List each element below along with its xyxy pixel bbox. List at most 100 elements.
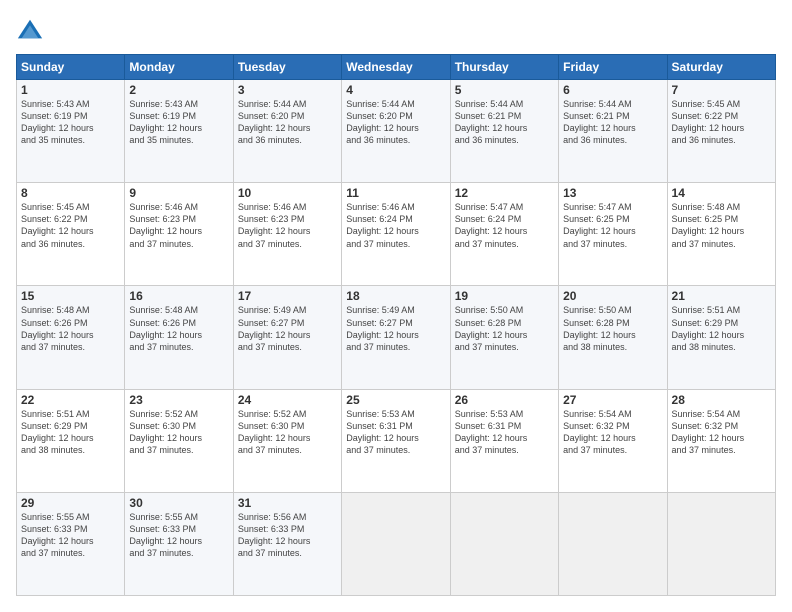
day-number: 20 bbox=[563, 289, 662, 303]
day-number: 24 bbox=[238, 393, 337, 407]
day-number: 15 bbox=[21, 289, 120, 303]
day-number: 1 bbox=[21, 83, 120, 97]
day-info: Sunrise: 5:48 AM Sunset: 6:26 PM Dayligh… bbox=[21, 304, 120, 353]
day-info: Sunrise: 5:44 AM Sunset: 6:20 PM Dayligh… bbox=[238, 98, 337, 147]
calendar-day-cell: 27Sunrise: 5:54 AM Sunset: 6:32 PM Dayli… bbox=[559, 389, 667, 492]
day-number: 22 bbox=[21, 393, 120, 407]
calendar-day-cell: 31Sunrise: 5:56 AM Sunset: 6:33 PM Dayli… bbox=[233, 492, 341, 595]
calendar-day-cell: 23Sunrise: 5:52 AM Sunset: 6:30 PM Dayli… bbox=[125, 389, 233, 492]
logo-icon bbox=[16, 16, 44, 44]
calendar-day-cell: 26Sunrise: 5:53 AM Sunset: 6:31 PM Dayli… bbox=[450, 389, 558, 492]
day-info: Sunrise: 5:55 AM Sunset: 6:33 PM Dayligh… bbox=[129, 511, 228, 560]
day-number: 21 bbox=[672, 289, 771, 303]
calendar-day-header: Thursday bbox=[450, 55, 558, 80]
day-number: 13 bbox=[563, 186, 662, 200]
calendar-day-cell: 9Sunrise: 5:46 AM Sunset: 6:23 PM Daylig… bbox=[125, 183, 233, 286]
day-number: 7 bbox=[672, 83, 771, 97]
calendar-day-cell: 7Sunrise: 5:45 AM Sunset: 6:22 PM Daylig… bbox=[667, 80, 775, 183]
day-number: 14 bbox=[672, 186, 771, 200]
day-info: Sunrise: 5:49 AM Sunset: 6:27 PM Dayligh… bbox=[238, 304, 337, 353]
calendar-day-cell: 19Sunrise: 5:50 AM Sunset: 6:28 PM Dayli… bbox=[450, 286, 558, 389]
day-info: Sunrise: 5:45 AM Sunset: 6:22 PM Dayligh… bbox=[672, 98, 771, 147]
calendar-day-cell bbox=[667, 492, 775, 595]
calendar-day-header: Wednesday bbox=[342, 55, 450, 80]
day-info: Sunrise: 5:53 AM Sunset: 6:31 PM Dayligh… bbox=[455, 408, 554, 457]
day-info: Sunrise: 5:44 AM Sunset: 6:20 PM Dayligh… bbox=[346, 98, 445, 147]
day-number: 23 bbox=[129, 393, 228, 407]
day-number: 5 bbox=[455, 83, 554, 97]
day-info: Sunrise: 5:47 AM Sunset: 6:25 PM Dayligh… bbox=[563, 201, 662, 250]
day-info: Sunrise: 5:48 AM Sunset: 6:26 PM Dayligh… bbox=[129, 304, 228, 353]
calendar-day-header: Friday bbox=[559, 55, 667, 80]
day-info: Sunrise: 5:43 AM Sunset: 6:19 PM Dayligh… bbox=[21, 98, 120, 147]
calendar-day-header: Sunday bbox=[17, 55, 125, 80]
calendar-day-cell: 22Sunrise: 5:51 AM Sunset: 6:29 PM Dayli… bbox=[17, 389, 125, 492]
day-info: Sunrise: 5:46 AM Sunset: 6:24 PM Dayligh… bbox=[346, 201, 445, 250]
calendar-header-row: SundayMondayTuesdayWednesdayThursdayFrid… bbox=[17, 55, 776, 80]
page: SundayMondayTuesdayWednesdayThursdayFrid… bbox=[0, 0, 792, 612]
calendar-week-row: 29Sunrise: 5:55 AM Sunset: 6:33 PM Dayli… bbox=[17, 492, 776, 595]
header bbox=[16, 16, 776, 44]
calendar-day-cell: 6Sunrise: 5:44 AM Sunset: 6:21 PM Daylig… bbox=[559, 80, 667, 183]
calendar-day-cell: 17Sunrise: 5:49 AM Sunset: 6:27 PM Dayli… bbox=[233, 286, 341, 389]
calendar-day-cell: 18Sunrise: 5:49 AM Sunset: 6:27 PM Dayli… bbox=[342, 286, 450, 389]
calendar-day-cell: 16Sunrise: 5:48 AM Sunset: 6:26 PM Dayli… bbox=[125, 286, 233, 389]
day-number: 29 bbox=[21, 496, 120, 510]
calendar-day-header: Tuesday bbox=[233, 55, 341, 80]
day-info: Sunrise: 5:55 AM Sunset: 6:33 PM Dayligh… bbox=[21, 511, 120, 560]
logo bbox=[16, 16, 48, 44]
day-number: 17 bbox=[238, 289, 337, 303]
day-info: Sunrise: 5:46 AM Sunset: 6:23 PM Dayligh… bbox=[129, 201, 228, 250]
day-number: 3 bbox=[238, 83, 337, 97]
day-number: 8 bbox=[21, 186, 120, 200]
calendar-day-header: Monday bbox=[125, 55, 233, 80]
day-number: 12 bbox=[455, 186, 554, 200]
calendar-day-cell: 13Sunrise: 5:47 AM Sunset: 6:25 PM Dayli… bbox=[559, 183, 667, 286]
day-info: Sunrise: 5:52 AM Sunset: 6:30 PM Dayligh… bbox=[129, 408, 228, 457]
calendar-week-row: 1Sunrise: 5:43 AM Sunset: 6:19 PM Daylig… bbox=[17, 80, 776, 183]
day-number: 25 bbox=[346, 393, 445, 407]
calendar-week-row: 8Sunrise: 5:45 AM Sunset: 6:22 PM Daylig… bbox=[17, 183, 776, 286]
day-info: Sunrise: 5:45 AM Sunset: 6:22 PM Dayligh… bbox=[21, 201, 120, 250]
day-number: 10 bbox=[238, 186, 337, 200]
day-number: 9 bbox=[129, 186, 228, 200]
calendar-day-cell: 12Sunrise: 5:47 AM Sunset: 6:24 PM Dayli… bbox=[450, 183, 558, 286]
day-info: Sunrise: 5:48 AM Sunset: 6:25 PM Dayligh… bbox=[672, 201, 771, 250]
day-info: Sunrise: 5:47 AM Sunset: 6:24 PM Dayligh… bbox=[455, 201, 554, 250]
day-info: Sunrise: 5:50 AM Sunset: 6:28 PM Dayligh… bbox=[455, 304, 554, 353]
day-number: 6 bbox=[563, 83, 662, 97]
calendar-day-cell: 24Sunrise: 5:52 AM Sunset: 6:30 PM Dayli… bbox=[233, 389, 341, 492]
day-number: 27 bbox=[563, 393, 662, 407]
day-number: 30 bbox=[129, 496, 228, 510]
calendar-day-cell: 3Sunrise: 5:44 AM Sunset: 6:20 PM Daylig… bbox=[233, 80, 341, 183]
day-info: Sunrise: 5:44 AM Sunset: 6:21 PM Dayligh… bbox=[455, 98, 554, 147]
calendar-day-cell: 20Sunrise: 5:50 AM Sunset: 6:28 PM Dayli… bbox=[559, 286, 667, 389]
calendar-day-cell: 30Sunrise: 5:55 AM Sunset: 6:33 PM Dayli… bbox=[125, 492, 233, 595]
day-number: 28 bbox=[672, 393, 771, 407]
calendar-day-cell: 1Sunrise: 5:43 AM Sunset: 6:19 PM Daylig… bbox=[17, 80, 125, 183]
calendar-table: SundayMondayTuesdayWednesdayThursdayFrid… bbox=[16, 54, 776, 596]
day-info: Sunrise: 5:52 AM Sunset: 6:30 PM Dayligh… bbox=[238, 408, 337, 457]
calendar-week-row: 15Sunrise: 5:48 AM Sunset: 6:26 PM Dayli… bbox=[17, 286, 776, 389]
day-number: 16 bbox=[129, 289, 228, 303]
day-info: Sunrise: 5:49 AM Sunset: 6:27 PM Dayligh… bbox=[346, 304, 445, 353]
calendar-day-cell: 11Sunrise: 5:46 AM Sunset: 6:24 PM Dayli… bbox=[342, 183, 450, 286]
day-info: Sunrise: 5:44 AM Sunset: 6:21 PM Dayligh… bbox=[563, 98, 662, 147]
calendar-day-cell: 8Sunrise: 5:45 AM Sunset: 6:22 PM Daylig… bbox=[17, 183, 125, 286]
calendar-day-cell: 28Sunrise: 5:54 AM Sunset: 6:32 PM Dayli… bbox=[667, 389, 775, 492]
day-number: 4 bbox=[346, 83, 445, 97]
calendar-day-cell: 4Sunrise: 5:44 AM Sunset: 6:20 PM Daylig… bbox=[342, 80, 450, 183]
calendar-day-cell: 29Sunrise: 5:55 AM Sunset: 6:33 PM Dayli… bbox=[17, 492, 125, 595]
calendar-day-cell: 10Sunrise: 5:46 AM Sunset: 6:23 PM Dayli… bbox=[233, 183, 341, 286]
day-number: 2 bbox=[129, 83, 228, 97]
day-info: Sunrise: 5:43 AM Sunset: 6:19 PM Dayligh… bbox=[129, 98, 228, 147]
calendar-day-cell bbox=[342, 492, 450, 595]
day-info: Sunrise: 5:56 AM Sunset: 6:33 PM Dayligh… bbox=[238, 511, 337, 560]
calendar-day-cell: 2Sunrise: 5:43 AM Sunset: 6:19 PM Daylig… bbox=[125, 80, 233, 183]
calendar-week-row: 22Sunrise: 5:51 AM Sunset: 6:29 PM Dayli… bbox=[17, 389, 776, 492]
calendar-day-cell bbox=[450, 492, 558, 595]
day-number: 26 bbox=[455, 393, 554, 407]
day-info: Sunrise: 5:46 AM Sunset: 6:23 PM Dayligh… bbox=[238, 201, 337, 250]
day-info: Sunrise: 5:54 AM Sunset: 6:32 PM Dayligh… bbox=[672, 408, 771, 457]
calendar-day-cell: 14Sunrise: 5:48 AM Sunset: 6:25 PM Dayli… bbox=[667, 183, 775, 286]
